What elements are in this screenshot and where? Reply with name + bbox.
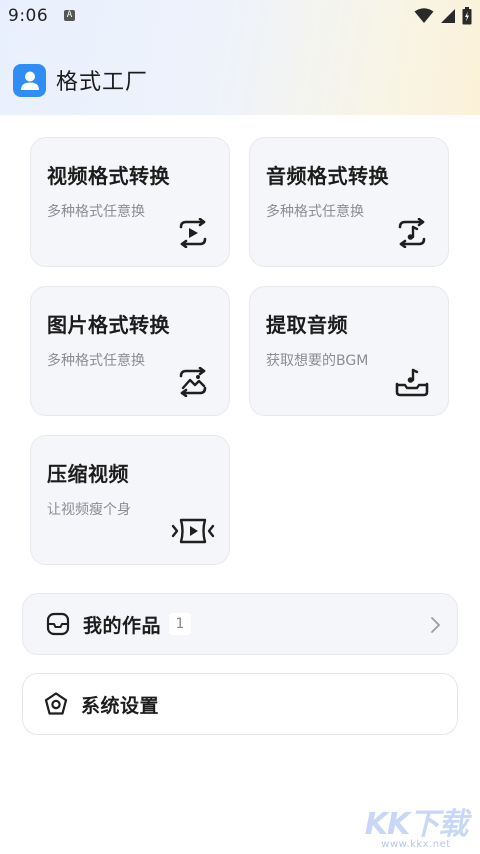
chevron-right-icon <box>431 617 440 633</box>
watermark: KK下载 www.kkx.net <box>362 799 470 850</box>
status-icons <box>414 7 472 25</box>
system-settings-button[interactable]: 系统设置 <box>22 673 458 735</box>
card-subtitle: 获取想要的BGM <box>266 353 369 369</box>
card-title: 提取音频 <box>266 313 348 337</box>
image-convert-card[interactable]: 图片格式转换 多种格式任意换 <box>30 286 230 416</box>
inbox-icon <box>45 611 71 637</box>
system-settings-label: 系统设置 <box>81 694 160 717</box>
compress-video-card[interactable]: 压缩视频 让视频瘦个身 <box>30 435 230 565</box>
extract-audio-card[interactable]: 提取音频 获取想要的BGM <box>249 286 449 416</box>
battery-icon <box>462 7 472 25</box>
extract-audio-icon <box>395 368 429 397</box>
compress-video-icon <box>171 518 215 544</box>
notification-a-icon: A <box>64 10 75 21</box>
card-subtitle: 让视频瘦个身 <box>47 502 131 518</box>
card-title: 视频格式转换 <box>47 164 170 188</box>
user-profile-icon[interactable] <box>13 63 46 97</box>
app-title: 格式工厂 <box>56 70 149 95</box>
my-works-count-badge: 1 <box>169 613 192 635</box>
my-works-label: 我的作品 <box>83 614 162 637</box>
status-bar: 9:06 A <box>0 0 480 32</box>
settings-icon <box>43 691 69 717</box>
card-title: 压缩视频 <box>47 462 129 486</box>
image-convert-icon <box>179 367 207 397</box>
app-header: 格式工厂 <box>13 62 148 98</box>
video-convert-card[interactable]: 视频格式转换 多种格式任意换 <box>30 137 230 267</box>
card-subtitle: 多种格式任意换 <box>47 204 145 220</box>
card-title: 音频格式转换 <box>266 164 389 188</box>
audio-convert-card[interactable]: 音频格式转换 多种格式任意换 <box>249 137 449 267</box>
video-convert-icon <box>179 218 207 248</box>
watermark-logo: KK下载 <box>364 807 469 842</box>
my-works-button[interactable]: 我的作品 1 <box>22 593 458 655</box>
wifi-icon <box>414 8 434 23</box>
card-subtitle: 多种格式任意换 <box>47 353 145 369</box>
card-subtitle: 多种格式任意换 <box>266 204 364 220</box>
audio-convert-icon <box>398 218 426 248</box>
card-title: 图片格式转换 <box>47 313 170 337</box>
signal-icon <box>441 9 455 23</box>
status-time: 9:06 <box>8 6 49 26</box>
